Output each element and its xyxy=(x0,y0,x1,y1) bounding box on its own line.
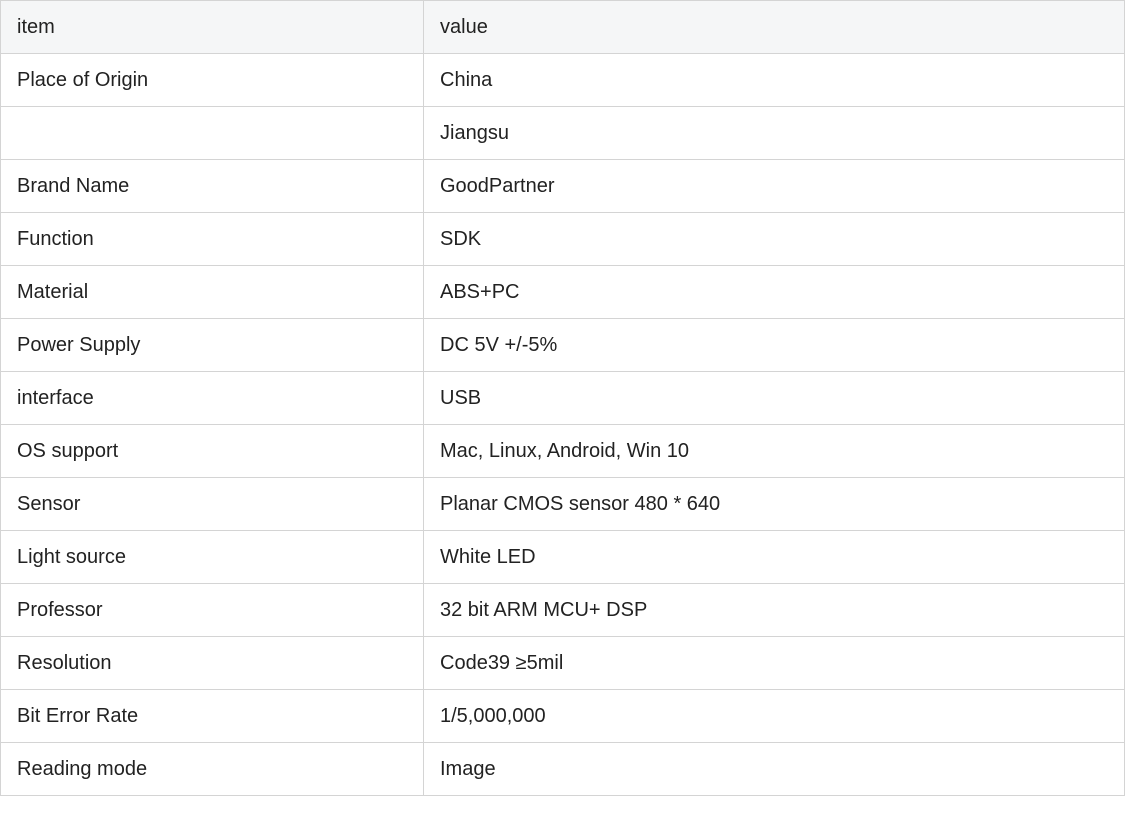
value-cell: Planar CMOS sensor 480 * 640 xyxy=(423,477,1125,531)
header-row: item value xyxy=(0,0,1125,54)
table-row: Brand Name GoodPartner xyxy=(0,159,1125,213)
table-row: Power Supply DC 5V +/-5% xyxy=(0,318,1125,372)
value-cell: Mac, Linux, Android, Win 10 xyxy=(423,424,1125,478)
item-cell: Professor xyxy=(0,583,424,637)
value-cell: GoodPartner xyxy=(423,159,1125,213)
item-cell: Sensor xyxy=(0,477,424,531)
table-row: interface USB xyxy=(0,371,1125,425)
item-cell: Function xyxy=(0,212,424,266)
value-cell: White LED xyxy=(423,530,1125,584)
item-cell: Reading mode xyxy=(0,742,424,796)
value-cell: Jiangsu xyxy=(423,106,1125,160)
item-cell: OS support xyxy=(0,424,424,478)
value-cell: China xyxy=(423,53,1125,107)
table-header: item value xyxy=(0,0,1125,54)
header-item: item xyxy=(0,0,424,54)
value-cell: ABS+PC xyxy=(423,265,1125,319)
table-row: Jiangsu xyxy=(0,106,1125,160)
table-row: Light source White LED xyxy=(0,530,1125,584)
table-row: Reading mode Image xyxy=(0,742,1125,796)
item-cell: Power Supply xyxy=(0,318,424,372)
header-value: value xyxy=(423,0,1125,54)
item-cell: Resolution xyxy=(0,636,424,690)
value-cell: DC 5V +/-5% xyxy=(423,318,1125,372)
value-cell: Image xyxy=(423,742,1125,796)
table-row: OS support Mac, Linux, Android, Win 10 xyxy=(0,424,1125,478)
value-cell: USB xyxy=(423,371,1125,425)
table-row: Sensor Planar CMOS sensor 480 * 640 xyxy=(0,477,1125,531)
value-cell: Code39 ≥5mil xyxy=(423,636,1125,690)
item-cell: interface xyxy=(0,371,424,425)
table-row: Professor 32 bit ARM MCU+ DSP xyxy=(0,583,1125,637)
item-cell: Light source xyxy=(0,530,424,584)
item-cell: Bit Error Rate xyxy=(0,689,424,743)
value-cell: SDK xyxy=(423,212,1125,266)
item-cell: Place of Origin xyxy=(0,53,424,107)
value-cell: 32 bit ARM MCU+ DSP xyxy=(423,583,1125,637)
table-row: Resolution Code39 ≥5mil xyxy=(0,636,1125,690)
item-cell xyxy=(0,106,424,160)
table-row: Material ABS+PC xyxy=(0,265,1125,319)
table-body: Place of Origin China Jiangsu Brand Name… xyxy=(0,53,1125,796)
spec-table: item value Place of Origin China Jiangsu… xyxy=(0,0,1125,796)
value-cell: 1/5,000,000 xyxy=(423,689,1125,743)
table-row: Bit Error Rate 1/5,000,000 xyxy=(0,689,1125,743)
table-row: Function SDK xyxy=(0,212,1125,266)
table-row: Place of Origin China xyxy=(0,53,1125,107)
item-cell: Material xyxy=(0,265,424,319)
item-cell: Brand Name xyxy=(0,159,424,213)
